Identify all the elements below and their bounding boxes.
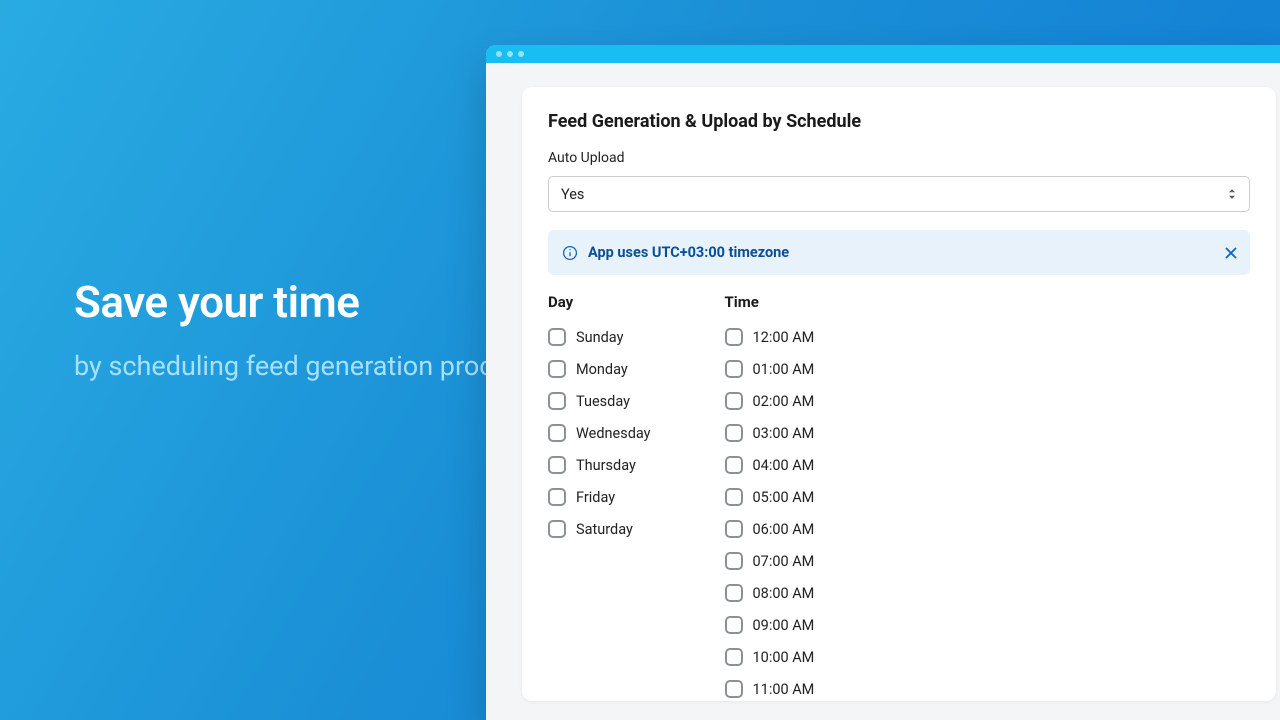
day-label: Wednesday: [576, 425, 651, 442]
day-checkbox[interactable]: Thursday: [548, 449, 651, 481]
time-checkbox[interactable]: 02:00 AM: [725, 385, 815, 417]
day-label: Sunday: [576, 329, 623, 346]
time-checkbox[interactable]: 03:00 AM: [725, 417, 815, 449]
panel-title: Feed Generation & Upload by Schedule: [548, 111, 1250, 132]
time-checkbox[interactable]: 04:00 AM: [725, 449, 815, 481]
schedule-columns: Day Sunday Monday Tuesday Wednesday Thursday…: [548, 293, 1250, 705]
checkbox-icon: [725, 488, 743, 506]
time-label: 08:00 AM: [753, 585, 815, 602]
window-chrome: [486, 45, 1280, 63]
day-checkbox[interactable]: Monday: [548, 353, 651, 385]
day-checkbox[interactable]: Friday: [548, 481, 651, 513]
auto-upload-label: Auto Upload: [548, 150, 1250, 166]
marketing-stage: Save your time by scheduling feed genera…: [0, 0, 1280, 720]
time-label: 01:00 AM: [753, 361, 815, 378]
checkbox-icon: [725, 648, 743, 666]
day-checkbox[interactable]: Tuesday: [548, 385, 651, 417]
day-label: Tuesday: [576, 393, 630, 410]
promo-text: Save your time by scheduling feed genera…: [74, 278, 536, 385]
checkbox-icon: [548, 360, 566, 378]
time-label: 10:00 AM: [753, 649, 815, 666]
checkbox-icon: [725, 584, 743, 602]
time-checkbox[interactable]: 10:00 AM: [725, 641, 815, 673]
window-dot: [518, 51, 524, 57]
time-header: Time: [725, 293, 815, 311]
checkbox-icon: [725, 328, 743, 346]
window-dot: [496, 51, 502, 57]
checkbox-icon: [725, 680, 743, 698]
time-checkbox[interactable]: 08:00 AM: [725, 577, 815, 609]
checkbox-icon: [725, 360, 743, 378]
time-label: 06:00 AM: [753, 521, 815, 538]
banner-message: App uses UTC+03:00 timezone: [588, 244, 789, 261]
time-checkbox[interactable]: 05:00 AM: [725, 481, 815, 513]
checkbox-icon: [548, 456, 566, 474]
checkbox-icon: [548, 488, 566, 506]
time-checkbox[interactable]: 11:00 AM: [725, 673, 815, 705]
checkbox-icon: [548, 520, 566, 538]
day-column: Day Sunday Monday Tuesday Wednesday Thursday…: [548, 293, 651, 705]
time-checkbox[interactable]: 09:00 AM: [725, 609, 815, 641]
day-checkbox[interactable]: Wednesday: [548, 417, 651, 449]
checkbox-icon: [725, 456, 743, 474]
window-dot: [507, 51, 513, 57]
day-label: Monday: [576, 361, 628, 378]
auto-upload-value: Yes: [561, 186, 584, 203]
time-label: 03:00 AM: [753, 425, 815, 442]
time-checkbox[interactable]: 07:00 AM: [725, 545, 815, 577]
timezone-banner: App uses UTC+03:00 timezone: [548, 230, 1250, 275]
promo-subhead: by scheduling feed generation process: [74, 348, 536, 384]
day-header: Day: [548, 293, 651, 311]
time-label: 05:00 AM: [753, 489, 815, 506]
checkbox-icon: [548, 392, 566, 410]
checkbox-icon: [548, 424, 566, 442]
checkbox-icon: [548, 328, 566, 346]
select-updown-icon: [1225, 187, 1239, 201]
checkbox-icon: [725, 392, 743, 410]
close-icon[interactable]: [1224, 246, 1238, 260]
time-label: 11:00 AM: [753, 681, 815, 698]
time-checkbox[interactable]: 01:00 AM: [725, 353, 815, 385]
time-label: 04:00 AM: [753, 457, 815, 474]
checkbox-icon: [725, 520, 743, 538]
day-checkbox[interactable]: Sunday: [548, 321, 651, 353]
time-label: 07:00 AM: [753, 553, 815, 570]
day-label: Friday: [576, 489, 615, 506]
auto-upload-select[interactable]: Yes: [548, 176, 1250, 212]
time-checkbox[interactable]: 06:00 AM: [725, 513, 815, 545]
time-label: 02:00 AM: [753, 393, 815, 410]
time-label: 12:00 AM: [753, 329, 815, 346]
checkbox-icon: [725, 424, 743, 442]
checkbox-icon: [725, 616, 743, 634]
promo-headline: Save your time: [74, 278, 536, 326]
app-window: Feed Generation & Upload by Schedule Aut…: [486, 45, 1280, 720]
day-label: Saturday: [576, 521, 633, 538]
day-label: Thursday: [576, 457, 636, 474]
day-checkbox[interactable]: Saturday: [548, 513, 651, 545]
checkbox-icon: [725, 552, 743, 570]
time-column: Time 12:00 AM 01:00 AM 02:00 AM 03:00 AM 04:…: [725, 293, 815, 705]
time-checkbox[interactable]: 12:00 AM: [725, 321, 815, 353]
time-label: 09:00 AM: [753, 617, 815, 634]
info-icon: [562, 245, 578, 261]
schedule-panel: Feed Generation & Upload by Schedule Aut…: [522, 87, 1276, 701]
